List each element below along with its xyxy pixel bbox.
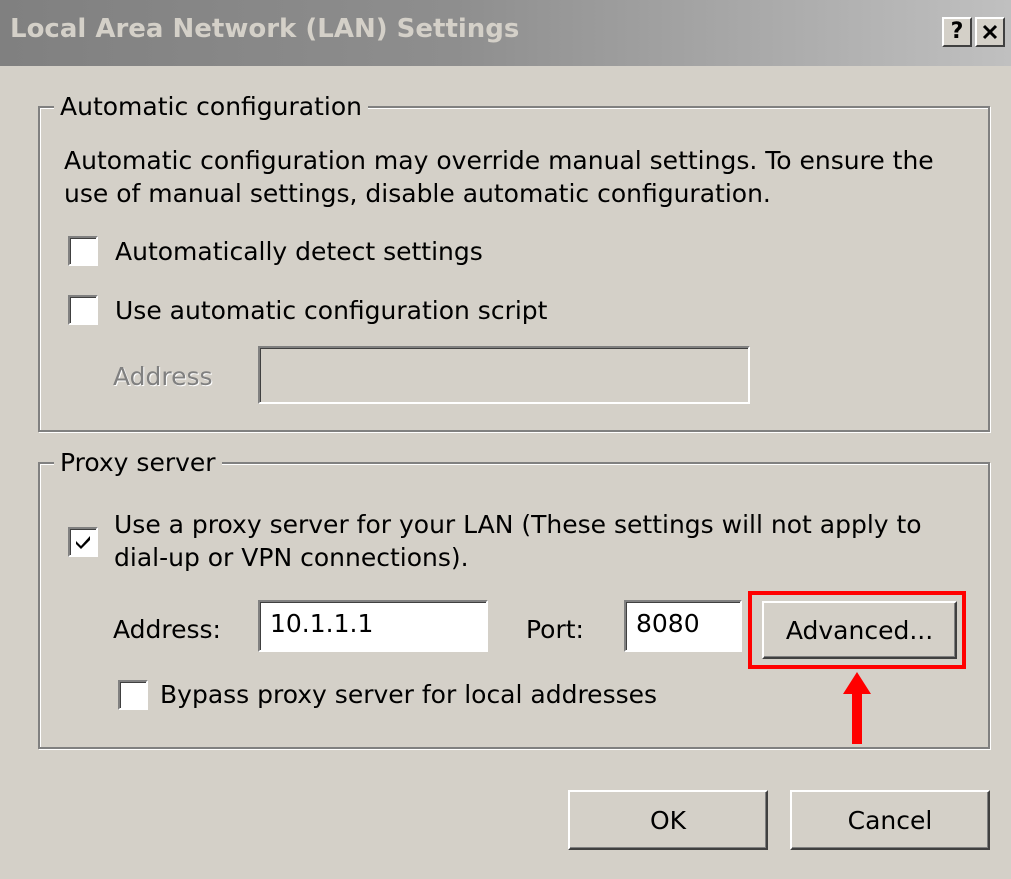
help-button[interactable]: ?: [942, 17, 972, 47]
cancel-button[interactable]: Cancel: [790, 790, 990, 850]
lan-settings-dialog: Local Area Network (LAN) Settings ? Auto…: [0, 0, 1011, 879]
proxy-address-input[interactable]: 10.1.1.1: [258, 600, 488, 652]
use-proxy-checkbox[interactable]: [68, 527, 98, 557]
bypass-local-label[interactable]: Bypass proxy server for local addresses: [160, 678, 657, 711]
proxy-port-input[interactable]: 8080: [624, 600, 742, 652]
auto-config-address-label: Address: [113, 362, 213, 391]
auto-config-description-line2: use of manual settings, disable automati…: [64, 179, 771, 208]
auto-config-script-checkbox[interactable]: [68, 295, 98, 325]
highlight-box: [748, 591, 966, 669]
automatic-configuration-legend: Automatic configuration: [54, 92, 368, 121]
checkmark-icon: [76, 536, 90, 549]
up-arrow-icon: [843, 672, 871, 744]
use-proxy-label-line2[interactable]: dial-up or VPN connections).: [114, 541, 469, 574]
proxy-port-label: Port:: [526, 615, 584, 644]
auto-detect-checkbox[interactable]: [68, 236, 98, 266]
ok-button[interactable]: OK: [568, 790, 768, 850]
proxy-address-label: Address:: [113, 615, 221, 644]
auto-config-description-line1: Automatic configuration may override man…: [64, 146, 934, 175]
auto-config-address-input[interactable]: [258, 346, 750, 404]
bypass-local-checkbox[interactable]: [118, 680, 148, 710]
dialog-title: Local Area Network (LAN) Settings: [10, 14, 520, 44]
close-button[interactable]: [975, 17, 1005, 47]
title-bar[interactable]: Local Area Network (LAN) Settings ?: [0, 0, 1011, 66]
auto-detect-label[interactable]: Automatically detect settings: [115, 235, 483, 268]
proxy-server-legend: Proxy server: [54, 448, 222, 477]
use-proxy-label-line1[interactable]: Use a proxy server for your LAN (These s…: [114, 508, 922, 541]
auto-config-script-label[interactable]: Use automatic configuration script: [115, 294, 547, 327]
close-icon: [982, 24, 998, 40]
help-icon: ?: [950, 19, 964, 44]
